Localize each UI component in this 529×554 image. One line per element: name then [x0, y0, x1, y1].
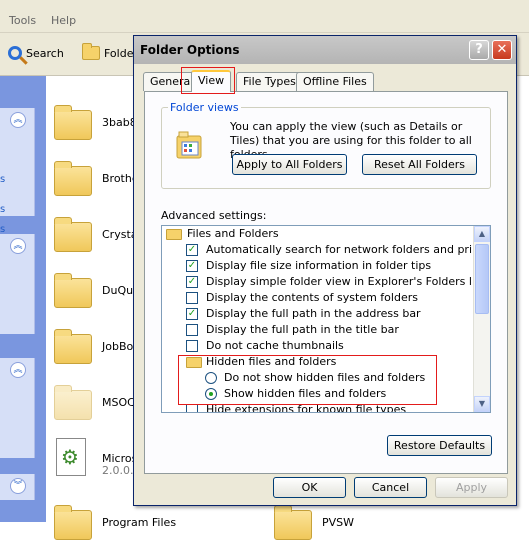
tab-view[interactable]: View: [191, 70, 232, 92]
setting-group-row: Files and Folders: [162, 226, 472, 242]
folders-icon: [82, 43, 100, 60]
setting-label: Display the full path in the title bar: [206, 323, 399, 336]
apply-to-all-folders-button[interactable]: Apply to All Folders: [232, 154, 347, 175]
close-button[interactable]: ✕: [492, 40, 512, 60]
setting-checkbox[interactable]: ✓: [186, 260, 198, 272]
file-item[interactable]: PVSW: [274, 505, 394, 554]
folders-label: Folde: [104, 46, 134, 60]
folder-views-icon: [176, 131, 202, 159]
file-name: 3bab8: [102, 116, 137, 129]
setting-label: Do not cache thumbnails: [206, 339, 344, 352]
collapse-chevron-icon[interactable]: ︽: [10, 362, 26, 378]
view-tab-panel: Folder views You can apply the view (suc…: [144, 91, 508, 474]
setting-checkbox[interactable]: [186, 340, 198, 352]
explorer-menubar: Tools Help: [0, 0, 529, 33]
setting-label: Display the full path in the address bar: [206, 307, 421, 320]
collapse-chevron-icon[interactable]: ︽: [10, 112, 26, 128]
setting-checkbox[interactable]: [186, 404, 198, 412]
hidden-files-highlight-box: [178, 355, 437, 405]
folder-views-group: Folder views You can apply the view (suc…: [161, 101, 491, 189]
folder-options-dialog: Folder Options ? ✕ General View File Typ…: [133, 35, 517, 506]
search-button[interactable]: Search: [8, 41, 64, 65]
restore-defaults-button[interactable]: Restore Defaults: [387, 435, 492, 456]
folder-icon: [54, 217, 92, 252]
task-card: ︾: [0, 474, 35, 500]
setting-checkbox[interactable]: ✓: [186, 308, 198, 320]
folders-button[interactable]: Folde: [82, 41, 133, 65]
task-card: ︽: [0, 234, 35, 334]
folder-views-legend: Folder views: [168, 101, 241, 114]
file-version: 2.0.0.: [102, 464, 134, 477]
folder-icon: [274, 505, 312, 540]
scroll-thumb[interactable]: [475, 244, 489, 314]
task-card: ︽: [0, 358, 35, 458]
setting-checkbox[interactable]: [186, 324, 198, 336]
setting-row[interactable]: Do not cache thumbnails: [162, 338, 472, 354]
setting-row[interactable]: ✓ Automatically search for network folde…: [162, 242, 490, 258]
search-icon: [8, 46, 22, 60]
setting-label: Display the contents of system folders: [206, 291, 418, 304]
menu-help[interactable]: Help: [51, 14, 76, 27]
setting-row[interactable]: Display the contents of system folders: [162, 290, 472, 306]
folder-icon: [54, 105, 92, 140]
apply-button[interactable]: Apply: [435, 477, 508, 498]
setting-row[interactable]: ✓ Display the full path in the address b…: [162, 306, 472, 322]
task-link-dot: s: [0, 174, 6, 185]
file-item[interactable]: Program Files: [54, 505, 177, 554]
scroll-down-icon[interactable]: ▼: [474, 396, 490, 412]
task-link-dot: s: [0, 204, 6, 215]
folder-icon: [54, 505, 92, 540]
tab-file-types[interactable]: File Types: [236, 72, 303, 91]
folder-icon: [54, 273, 92, 308]
setting-checkbox[interactable]: [186, 292, 198, 304]
menu-tools[interactable]: Tools: [9, 14, 36, 27]
hidden-folder-icon: [54, 385, 92, 420]
folder-icon: [54, 329, 92, 364]
folder-icon: [54, 161, 92, 196]
explorer-task-pane: ︽ s s s ︽ ︽ ︾: [0, 76, 46, 522]
setting-checkbox[interactable]: ✓: [186, 244, 198, 256]
file-name: PVSW: [322, 516, 355, 529]
settings-scrollbar[interactable]: ▲ ▼: [473, 226, 490, 412]
installer-icon: [56, 438, 86, 476]
search-label: Search: [26, 46, 64, 60]
setting-row[interactable]: ✓ Display file size information in folde…: [162, 258, 472, 274]
setting-row[interactable]: ✓ Display simple folder view in Explorer…: [162, 274, 485, 290]
folder-icon: [166, 229, 182, 240]
setting-label: Display simple folder view in Explorer's…: [206, 275, 486, 288]
setting-label: Automatically search for network folders…: [206, 243, 491, 256]
setting-row[interactable]: Display the full path in the title bar: [162, 322, 472, 338]
ok-button[interactable]: OK: [273, 477, 346, 498]
advanced-settings-label: Advanced settings:: [161, 209, 267, 222]
setting-checkbox[interactable]: ✓: [186, 276, 198, 288]
cancel-button[interactable]: Cancel: [354, 477, 427, 498]
setting-group-label: Files and Folders: [187, 227, 279, 240]
help-button[interactable]: ?: [469, 40, 489, 60]
reset-all-folders-button[interactable]: Reset All Folders: [362, 154, 477, 175]
task-card: ︽ s s s: [0, 108, 35, 235]
setting-label: Display file size information in folder …: [206, 259, 432, 272]
file-name: JobBo: [102, 340, 134, 353]
dialog-title: Folder Options: [140, 43, 240, 57]
tab-offline-files[interactable]: Offline Files: [296, 72, 374, 91]
expand-chevron-icon[interactable]: ︾: [10, 478, 26, 494]
file-name: Program Files: [102, 516, 177, 529]
scroll-up-icon[interactable]: ▲: [474, 226, 490, 242]
file-name: MSOC: [102, 396, 135, 409]
collapse-chevron-icon[interactable]: ︽: [10, 238, 26, 254]
dialog-titlebar[interactable]: Folder Options ? ✕: [134, 36, 516, 64]
